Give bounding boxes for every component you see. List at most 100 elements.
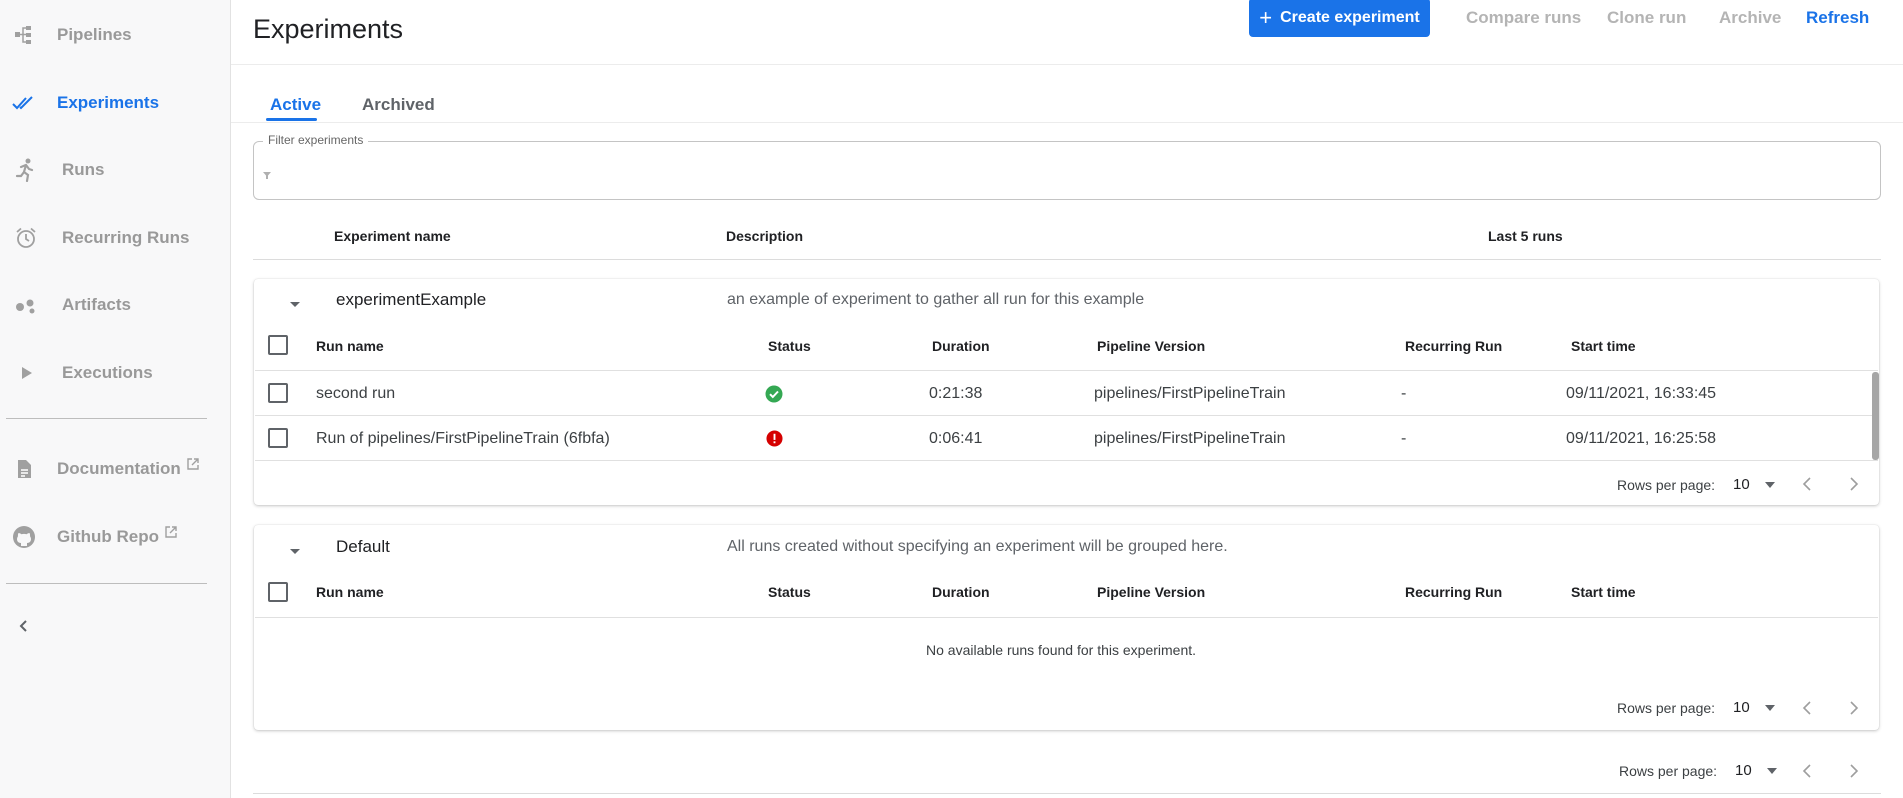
caret-down-icon[interactable] <box>1767 768 1777 774</box>
select-all-checkbox[interactable] <box>268 335 288 355</box>
run-column-duration: Duration <box>932 584 990 600</box>
run-column-pipeline-version: Pipeline Version <box>1097 584 1206 600</box>
caret-down-icon[interactable] <box>1765 482 1775 488</box>
rows-per-page-label: Rows per page: <box>1617 477 1716 493</box>
empty-runs-message: No available runs found for this experim… <box>926 642 1197 658</box>
rows-per-page-select[interactable]: 10 <box>1733 476 1750 493</box>
artifacts-icon <box>14 293 38 317</box>
clone-run-button[interactable]: Clone run <box>1607 8 1686 28</box>
sidebar-item-label: Github Repo <box>57 526 177 547</box>
run-pipeline-version[interactable]: pipelines/FirstPipelineTrain <box>1094 385 1286 403</box>
sidebar-item-pipelines[interactable]: Pipelines <box>0 15 230 55</box>
sidebar-item-executions[interactable]: Executions <box>0 353 230 393</box>
rows-per-page-select[interactable]: 10 <box>1733 699 1750 716</box>
sidebar-divider <box>6 583 207 584</box>
page-title: Experiments <box>253 14 404 44</box>
sidebar-item-label: Executions <box>62 363 153 382</box>
filter-icon <box>263 166 271 184</box>
tab-archived[interactable]: Archived <box>362 95 435 115</box>
previous-page-icon[interactable] <box>1802 477 1812 491</box>
sidebar-item-label: Runs <box>62 160 105 179</box>
row-divider <box>255 370 1878 371</box>
sidebar-item-label: Experiments <box>57 93 160 112</box>
experiment-description: an example of experiment to gather all r… <box>727 291 1145 308</box>
run-duration: 0:21:38 <box>929 385 983 402</box>
run-start-time: 09/11/2021, 16:25:58 <box>1566 430 1717 447</box>
filter-experiments-input[interactable] <box>253 141 1881 200</box>
rows-per-page-select[interactable]: 10 <box>1735 762 1752 779</box>
column-last-5-runs: Last 5 runs <box>1488 228 1563 244</box>
github-icon <box>12 525 36 549</box>
document-icon <box>12 457 36 481</box>
row-divider <box>255 460 1878 461</box>
run-name-link[interactable]: Run of pipelines/FirstPipelineTrain (6fb… <box>316 430 610 448</box>
run-column-start-time[interactable]: Start time <box>1571 584 1636 600</box>
sidebar-item-experiments[interactable]: Experiments <box>0 83 230 123</box>
tab-active[interactable]: Active <box>270 95 321 115</box>
status-success-icon <box>765 385 783 403</box>
sidebar-item-runs[interactable]: Runs <box>0 150 230 190</box>
run-column-duration: Duration <box>932 338 990 354</box>
sidebar-link-github[interactable]: Github Repo <box>0 517 230 557</box>
next-page-icon[interactable] <box>1849 477 1859 491</box>
run-recurring-run: - <box>1401 385 1407 402</box>
refresh-button[interactable]: Refresh <box>1806 8 1869 28</box>
row-checkbox[interactable] <box>268 383 288 403</box>
archive-button[interactable]: Archive <box>1719 8 1781 28</box>
sidebar-item-label: Documentation <box>57 458 199 479</box>
collapse-sidebar-button[interactable] <box>0 606 40 646</box>
create-experiment-label: Create experiment <box>1280 8 1420 26</box>
run-column-status: Status <box>768 338 811 354</box>
sidebar-item-label: Pipelines <box>57 25 132 44</box>
select-all-checkbox[interactable] <box>268 582 288 602</box>
filter-label: Filter experiments <box>263 133 369 147</box>
previous-page-icon[interactable] <box>1802 701 1812 715</box>
caret-down-icon[interactable] <box>1765 705 1775 711</box>
row-checkbox[interactable] <box>268 428 288 448</box>
run-column-name[interactable]: Run name <box>316 584 384 600</box>
run-column-pipeline-version: Pipeline Version <box>1097 338 1206 354</box>
header-divider <box>231 64 1903 65</box>
rows-per-page-label: Rows per page: <box>1619 763 1718 779</box>
sidebar-item-label: Artifacts <box>62 295 131 314</box>
chevron-left-icon <box>12 614 36 638</box>
external-link-icon <box>187 455 199 475</box>
table-footer-divider <box>253 793 1881 794</box>
play-icon <box>14 361 38 385</box>
pipelines-icon <box>12 23 36 47</box>
create-experiment-button[interactable]: + Create experiment <box>1249 0 1430 37</box>
sidebar-item-recurring-runs[interactable]: Recurring Runs <box>0 218 230 258</box>
run-recurring-run: - <box>1401 430 1407 447</box>
previous-page-icon[interactable] <box>1802 764 1812 778</box>
experiments-icon <box>12 91 36 115</box>
run-duration: 0:06:41 <box>929 430 983 447</box>
run-name-link[interactable]: second run <box>316 385 395 403</box>
table-header-divider <box>253 259 1881 260</box>
run-pipeline-version[interactable]: pipelines/FirstPipelineTrain <box>1094 430 1286 448</box>
active-tab-indicator <box>266 118 317 121</box>
sidebar: Pipelines Experiments Runs Recurring Run… <box>0 0 231 798</box>
sidebar-item-artifacts[interactable]: Artifacts <box>0 285 230 325</box>
compare-runs-button[interactable]: Compare runs <box>1466 8 1581 28</box>
run-start-time: 09/11/2021, 16:33:45 <box>1566 385 1717 402</box>
sidebar-item-label: Recurring Runs <box>62 228 190 247</box>
row-divider <box>255 617 1878 618</box>
next-page-icon[interactable] <box>1849 764 1859 778</box>
tabs-divider <box>231 122 1903 123</box>
experiment-name[interactable]: Default <box>336 537 390 557</box>
experiment-name[interactable]: experimentExample <box>336 290 486 310</box>
experiment-description: All runs created without specifying an e… <box>727 538 1228 555</box>
expand-toggle-icon[interactable] <box>288 296 302 307</box>
column-experiment-name[interactable]: Experiment name <box>334 228 451 244</box>
run-column-recurring-run: Recurring Run <box>1405 584 1503 600</box>
row-divider <box>255 415 1878 416</box>
run-column-name[interactable]: Run name <box>316 338 384 354</box>
scrollbar-thumb[interactable] <box>1872 372 1879 460</box>
run-column-start-time[interactable]: Start time <box>1571 338 1636 354</box>
sidebar-divider <box>6 418 207 419</box>
alarm-clock-icon <box>14 226 38 250</box>
run-column-recurring-run: Recurring Run <box>1405 338 1503 354</box>
next-page-icon[interactable] <box>1849 701 1859 715</box>
expand-toggle-icon[interactable] <box>288 543 302 554</box>
sidebar-link-documentation[interactable]: Documentation <box>0 449 230 489</box>
